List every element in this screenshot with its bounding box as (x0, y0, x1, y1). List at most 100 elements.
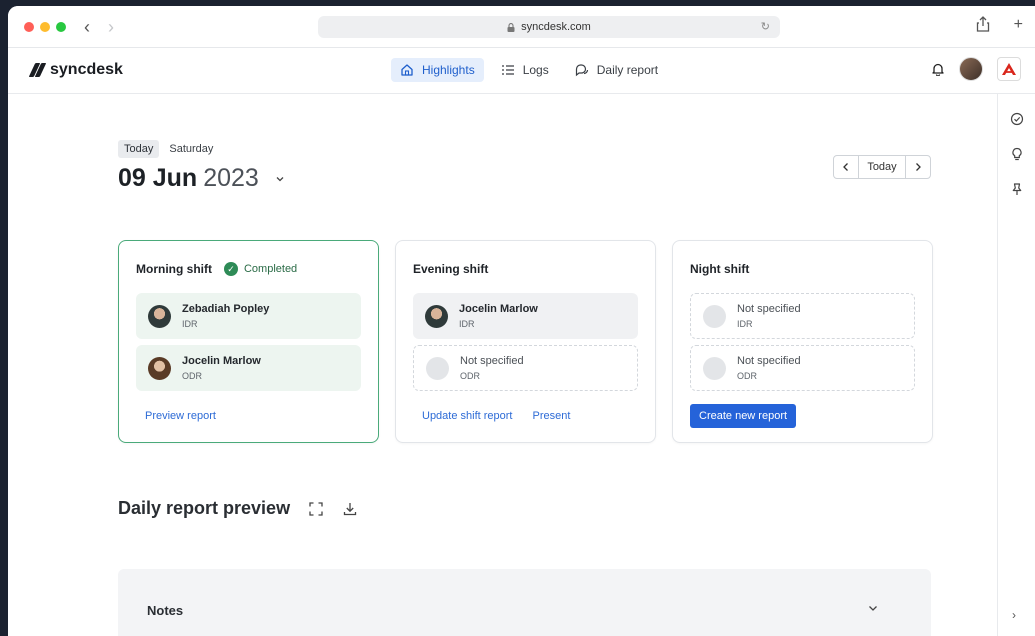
avatar (148, 304, 171, 328)
date-meta: Today Saturday (118, 140, 213, 158)
section-title: Daily report preview (118, 498, 291, 518)
org-logo-icon (1002, 63, 1016, 75)
check-circle-icon[interactable] (1010, 112, 1024, 126)
assignee-role: ODR (737, 371, 757, 381)
browser-actions: + (976, 16, 1023, 34)
status-text: Completed (243, 263, 298, 275)
chevron-left-icon (843, 163, 848, 171)
shift-title-text: Morning shift (136, 262, 212, 276)
maximize-window-button[interactable] (56, 22, 66, 32)
next-day-button[interactable] (906, 156, 930, 178)
shift-title-text: Night shift (690, 262, 750, 276)
assignee-name: Not specified (737, 355, 801, 367)
tab-highlights-label: Highlights (422, 63, 475, 77)
assignee-role: IDR (459, 319, 475, 329)
download-icon[interactable] (342, 501, 358, 517)
user-avatar[interactable] (959, 57, 983, 81)
card-actions: Preview report (145, 410, 216, 422)
chevron-down-icon[interactable] (275, 174, 285, 184)
assignee-role: ODR (460, 371, 480, 381)
syncdesk-logo[interactable]: syncdesk (28, 61, 123, 79)
shift-card-morning[interactable]: Morning shift ✓ Completed Zebadiah Pople… (118, 240, 379, 443)
preview-report-link[interactable]: Preview report (145, 410, 216, 422)
weekday-label: Saturday (169, 143, 214, 155)
card-actions: Update shift report Present (422, 410, 570, 422)
shift-cards: Morning shift ✓ Completed Zebadiah Pople… (118, 240, 933, 443)
avatar-placeholder (426, 356, 449, 380)
lightbulb-icon[interactable] (1010, 147, 1024, 161)
notes-panel[interactable]: Notes (118, 569, 931, 636)
assignee-slot-empty[interactable]: Not specified ODR (690, 345, 915, 391)
assignee-name: Not specified (460, 355, 524, 367)
syncdesk-logo-icon (28, 63, 47, 77)
assignee-slot[interactable]: Jocelin Marlow ODR (136, 345, 361, 391)
assignee-role: IDR (737, 319, 753, 329)
home-icon (401, 64, 413, 76)
card-actions: Create new report (690, 404, 797, 428)
tab-highlights[interactable]: Highlights (391, 58, 484, 82)
date-selector[interactable]: 09 Jun 2023 (118, 164, 285, 193)
date-year: 2023 (203, 164, 259, 192)
expand-rail-icon[interactable]: › (1012, 608, 1016, 622)
tab-daily-report[interactable]: Daily report (566, 58, 667, 82)
shift-title: Night shift (690, 261, 915, 277)
shift-card-night[interactable]: Night shift Not specified IDR Not specif… (672, 240, 933, 443)
date-pager: Today (833, 155, 931, 179)
shift-title: Evening shift (413, 261, 638, 277)
avatar-placeholder (703, 304, 726, 328)
today-button[interactable]: Today (858, 156, 906, 178)
main-nav: Highlights Logs Daily report (391, 58, 667, 82)
url-text: syncdesk.com (521, 21, 591, 33)
fullscreen-icon[interactable] (308, 501, 324, 517)
browser-toolbar: ‹ › syncdesk.com ↻ + (8, 6, 1035, 48)
notes-title: Notes (147, 603, 184, 618)
create-new-report-button[interactable]: Create new report (690, 404, 797, 428)
bell-icon[interactable] (931, 62, 945, 76)
forward-icon[interactable]: › (108, 17, 114, 38)
shift-card-evening[interactable]: Evening shift Jocelin Marlow IDR Not spe… (395, 240, 656, 443)
assignee-name: Jocelin Marlow (459, 303, 538, 315)
avatar (425, 304, 448, 328)
prev-day-button[interactable] (834, 156, 858, 178)
back-icon[interactable]: ‹ (84, 17, 90, 38)
chat-icon (575, 64, 588, 77)
close-window-button[interactable] (24, 22, 34, 32)
brand-name: syncdesk (50, 61, 123, 78)
org-logo[interactable] (997, 57, 1021, 81)
chevron-down-icon[interactable] (867, 602, 879, 614)
window-controls (24, 22, 66, 32)
shift-title-text: Evening shift (413, 262, 489, 276)
status-badge: ✓ Completed (223, 262, 298, 276)
pin-icon[interactable] (1010, 182, 1024, 196)
list-icon (501, 65, 514, 75)
avatar (148, 356, 171, 380)
tab-daily-report-label: Daily report (596, 63, 659, 77)
assignee-slot-empty[interactable]: Not specified IDR (690, 293, 915, 339)
check-icon: ✓ (223, 262, 238, 276)
browser-window: ‹ › syncdesk.com ↻ + syncdesk Highlights… (8, 6, 1035, 636)
assignee-slot[interactable]: Jocelin Marlow IDR (413, 293, 638, 339)
lock-icon (507, 22, 515, 32)
new-tab-icon[interactable]: + (1014, 16, 1023, 34)
app-header: syncdesk Highlights Logs Daily report (8, 48, 1035, 94)
share-icon[interactable] (976, 16, 990, 32)
tab-logs[interactable]: Logs (492, 58, 558, 82)
assignee-slot[interactable]: Zebadiah Popley IDR (136, 293, 361, 339)
right-rail: › (997, 94, 1035, 636)
minimize-window-button[interactable] (40, 22, 50, 32)
assignee-name: Jocelin Marlow (182, 355, 261, 367)
header-actions (931, 57, 1021, 81)
reload-icon[interactable]: ↻ (761, 20, 770, 33)
present-link[interactable]: Present (533, 410, 571, 422)
address-bar[interactable]: syncdesk.com ↻ (318, 16, 780, 38)
assignee-role: IDR (182, 319, 198, 329)
assignee-name: Zebadiah Popley (182, 303, 270, 315)
chevron-right-icon (916, 163, 921, 171)
avatar-placeholder (703, 356, 726, 380)
assignee-slot-empty[interactable]: Not specified ODR (413, 345, 638, 391)
history-nav: ‹ › (84, 17, 114, 38)
assignee-role: ODR (182, 371, 202, 381)
assignee-name: Not specified (737, 303, 801, 315)
today-chip: Today (118, 140, 160, 158)
update-shift-report-link[interactable]: Update shift report (422, 410, 513, 422)
